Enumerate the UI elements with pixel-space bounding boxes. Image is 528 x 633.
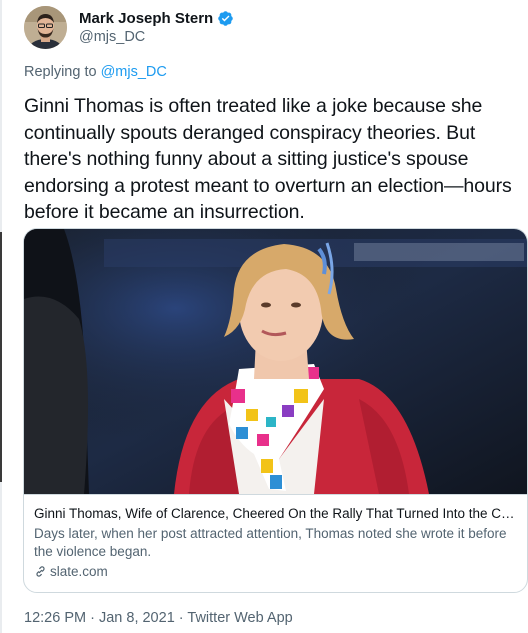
meta-separator: · <box>86 610 99 626</box>
left-edge-mark <box>0 232 2 482</box>
card-description: Days later, when her post attracted atte… <box>34 526 507 559</box>
link-preview-card[interactable]: Ginni Thomas, Wife of Clarence, Cheered … <box>23 228 528 593</box>
card-domain-row: slate.com <box>34 564 519 579</box>
card-title: Ginni Thomas, Wife of Clarence, Cheered … <box>34 506 519 521</box>
replying-to-handle-link[interactable]: @mjs_DC <box>101 64 167 80</box>
avatar-image <box>24 6 67 49</box>
author-name-row: Mark Joseph Stern <box>79 10 234 27</box>
tweet-text: Ginni Thomas is often treated like a jok… <box>24 95 512 223</box>
replying-to-label: Replying to <box>24 64 101 80</box>
tweet-time[interactable]: 12:26 PM <box>24 610 86 626</box>
card-body: Ginni Thomas, Wife of Clarence, Cheered … <box>24 494 527 592</box>
card-domain: slate.com <box>50 564 108 579</box>
avatar[interactable] <box>24 6 67 49</box>
replying-to-line: Replying to @mjs_DC <box>24 64 167 80</box>
verified-badge-icon <box>218 11 233 26</box>
tweet-source-app[interactable]: Twitter Web App <box>187 610 292 626</box>
tweet-header: Mark Joseph Stern @mjs_DC <box>24 6 504 54</box>
meta-separator: · <box>174 610 188 626</box>
left-edge-border <box>0 0 2 633</box>
card-image <box>24 229 527 494</box>
tweet-date[interactable]: Jan 8, 2021 <box>99 610 175 626</box>
tweet-metadata: 12:26 PM · Jan 8, 2021 · Twitter Web App <box>24 610 293 626</box>
author-handle[interactable]: @mjs_DC <box>79 29 234 45</box>
link-icon <box>36 566 45 577</box>
author-display-name[interactable]: Mark Joseph Stern <box>79 10 213 27</box>
author-block: Mark Joseph Stern @mjs_DC <box>79 10 234 45</box>
